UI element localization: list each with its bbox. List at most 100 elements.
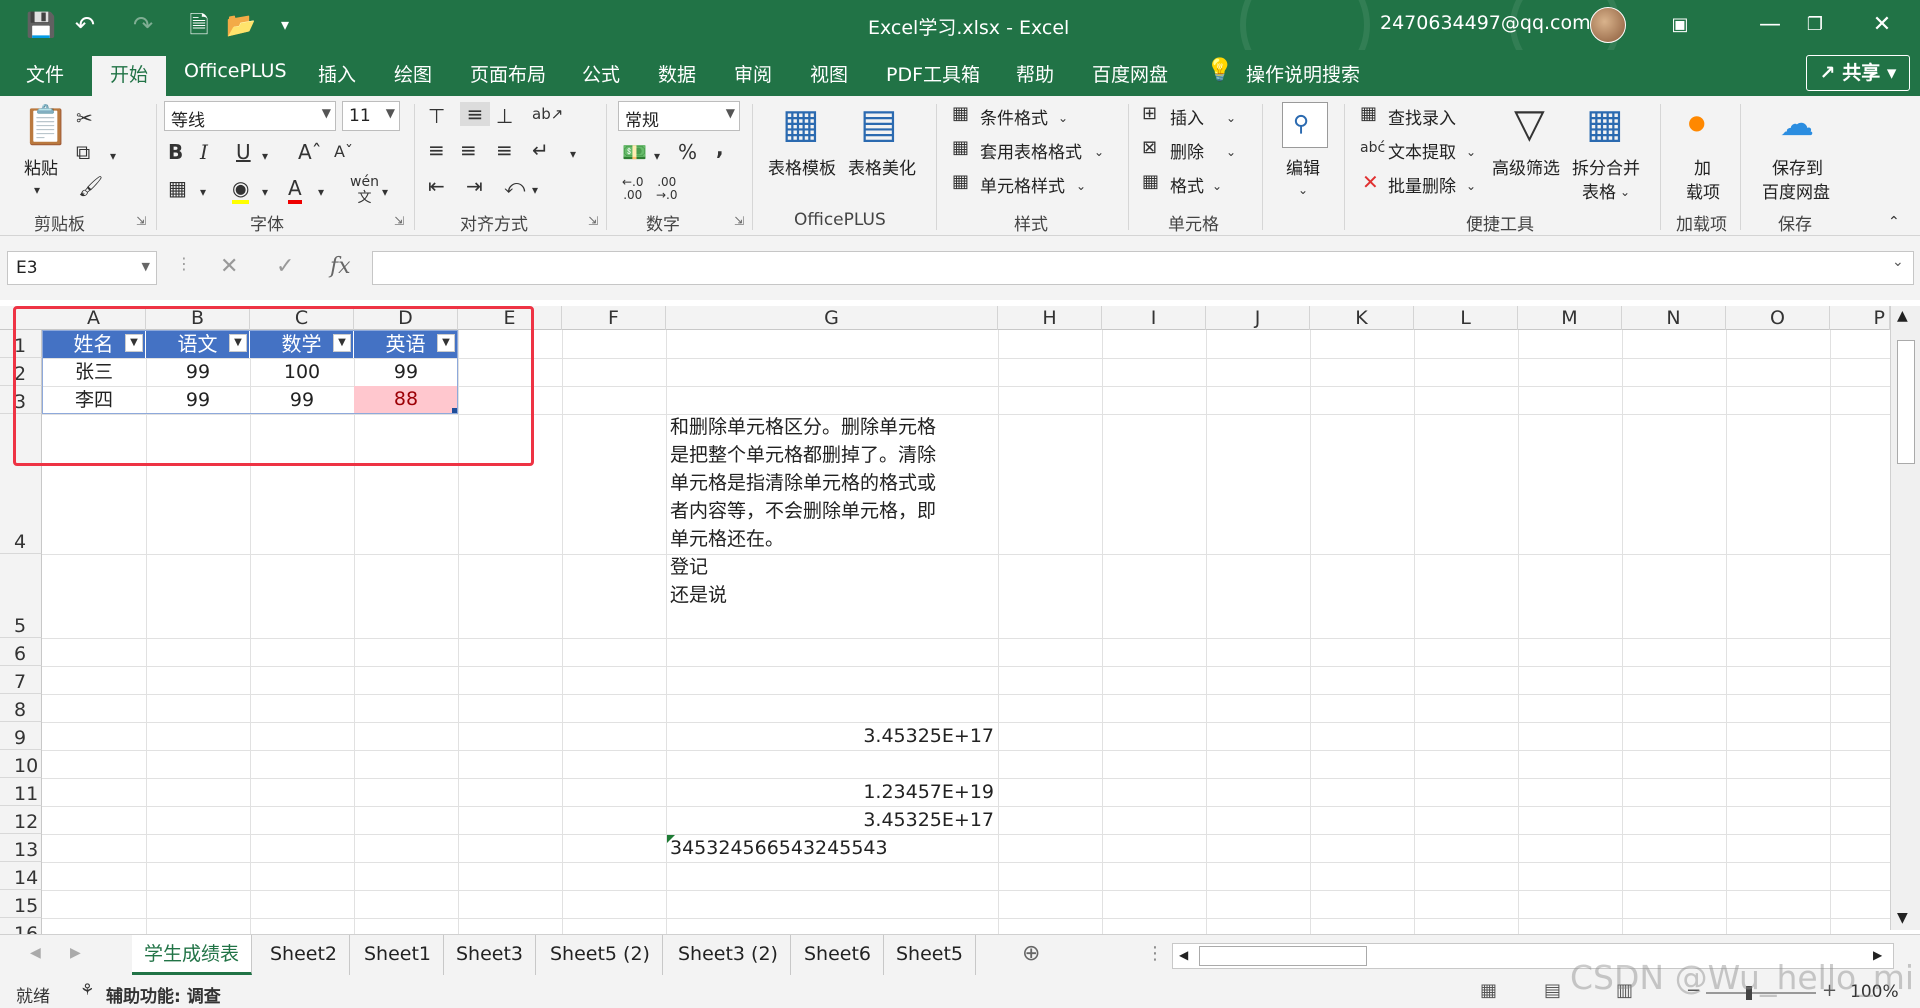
close-icon[interactable]: ✕ bbox=[1852, 8, 1912, 42]
phonetic-guide-icon[interactable]: wén 文 bbox=[350, 174, 379, 206]
insert-cells-icon[interactable]: ⊞ bbox=[1142, 102, 1157, 126]
row-header-8[interactable]: 8 bbox=[0, 694, 42, 722]
note-line[interactable]: 还是说 bbox=[670, 582, 727, 608]
sheet-tab[interactable]: Sheet5 (2) bbox=[538, 935, 663, 975]
insert-function-icon[interactable]: fx bbox=[330, 254, 351, 279]
new-file-icon[interactable]: 🗎 bbox=[182, 10, 216, 40]
tell-me-search[interactable]: 操作说明搜索 bbox=[1246, 60, 1360, 87]
orientation-icon[interactable]: ab↗ bbox=[532, 102, 563, 126]
chevron-down-icon[interactable]: ⌄ bbox=[1466, 140, 1476, 164]
note-line[interactable]: 单元格还在。 bbox=[670, 526, 784, 552]
restore-icon[interactable]: ❐ bbox=[1785, 8, 1845, 42]
column-header-p[interactable]: P bbox=[1830, 306, 1890, 330]
tab-page-layout[interactable]: 页面布局 bbox=[470, 60, 546, 87]
sheet-tab[interactable]: Sheet3 (2) bbox=[666, 935, 791, 975]
percent-button[interactable]: % bbox=[678, 140, 697, 164]
normal-view-icon[interactable]: ▦ bbox=[1480, 980, 1497, 1001]
next-sheet-icon[interactable]: ▶ bbox=[70, 945, 81, 961]
numeric-cell[interactable]: 3.45325E+17 bbox=[666, 807, 994, 833]
align-center-icon[interactable]: ≡ bbox=[460, 138, 477, 162]
column-header-n[interactable]: N bbox=[1622, 306, 1726, 330]
error-indicator-icon[interactable] bbox=[667, 835, 675, 843]
number-format-select[interactable]: 常规 ▼ bbox=[618, 101, 740, 131]
worksheet-grid[interactable]: A B C D E F G H I J K L M N O P 1 2 3 4 … bbox=[0, 300, 1920, 934]
page-layout-view-icon[interactable]: ▤ bbox=[1544, 980, 1561, 1001]
increase-decimal-icon[interactable]: ←.0.00 bbox=[622, 176, 644, 202]
addins-button-line2[interactable]: 载项 bbox=[1686, 178, 1720, 203]
collapse-ribbon-icon[interactable]: ⌃ bbox=[1888, 210, 1900, 234]
addins-button[interactable]: 加 bbox=[1694, 154, 1711, 179]
text-extract-icon[interactable]: abć bbox=[1360, 136, 1385, 160]
decrease-decimal-icon[interactable]: .00 →.0 bbox=[656, 176, 678, 202]
wrap-dropdown-icon[interactable]: ▾ bbox=[570, 142, 576, 166]
note-line[interactable]: 和删除单元格区分。删除单元格 bbox=[670, 414, 936, 440]
increase-font-icon[interactable]: Aˆ bbox=[298, 140, 322, 164]
expand-formula-bar-icon[interactable]: ⌄ bbox=[1892, 254, 1904, 270]
horizontal-scrollbar-thumb[interactable] bbox=[1199, 946, 1367, 966]
advanced-filter-button[interactable]: 高级筛选 bbox=[1492, 154, 1560, 179]
note-line[interactable]: 单元格是指清除单元格的格式或 bbox=[670, 470, 936, 496]
column-header-i[interactable]: I bbox=[1102, 306, 1206, 330]
bold-button[interactable]: B bbox=[168, 140, 183, 164]
sheet-tab[interactable]: Sheet6 bbox=[792, 935, 885, 975]
sheet-tab[interactable]: Sheet1 bbox=[352, 935, 445, 975]
baidu-netdisk-icon[interactable]: ☁ bbox=[1780, 104, 1814, 144]
row-header-15[interactable]: 15 bbox=[0, 890, 42, 918]
borders-icon[interactable]: ▦ bbox=[168, 176, 187, 200]
format-cells-button[interactable]: 格式 bbox=[1170, 172, 1204, 197]
row-header-10[interactable]: 10 bbox=[0, 750, 42, 778]
format-cells-icon[interactable]: ▦ bbox=[1142, 170, 1159, 194]
cancel-icon[interactable]: ✕ bbox=[220, 254, 238, 279]
underline-dropdown-icon[interactable]: ▾ bbox=[262, 144, 268, 168]
comma-style-button[interactable]: , bbox=[716, 136, 724, 160]
row-header-16[interactable]: 16 bbox=[0, 918, 42, 934]
chevron-down-icon[interactable]: ⌄ bbox=[1094, 140, 1104, 164]
table-template-button[interactable]: 表格模板 bbox=[768, 154, 836, 179]
align-top-icon[interactable]: ⊤ bbox=[428, 104, 445, 128]
font-color-icon[interactable]: A bbox=[288, 176, 302, 204]
italic-button[interactable]: I bbox=[200, 140, 208, 164]
wrap-text-icon[interactable]: ↵ bbox=[532, 138, 549, 162]
tab-review[interactable]: 审阅 bbox=[734, 60, 772, 87]
batch-delete-icon[interactable]: ✕ bbox=[1362, 170, 1379, 194]
tab-formulas[interactable]: 公式 bbox=[582, 60, 620, 87]
editing-label[interactable]: 编辑 bbox=[1286, 154, 1320, 179]
delete-cells-icon[interactable]: ⊠ bbox=[1142, 136, 1157, 160]
chevron-down-icon[interactable]: ⌄ bbox=[1298, 178, 1308, 202]
row-header-13[interactable]: 13 bbox=[0, 834, 42, 862]
tab-draw[interactable]: 绘图 bbox=[394, 60, 432, 87]
sheet-tab[interactable]: Sheet2 bbox=[258, 935, 351, 975]
undo-icon[interactable]: ↶ bbox=[68, 10, 102, 40]
alignment-launcher-icon[interactable]: ⇲ bbox=[588, 214, 598, 228]
chevron-down-icon[interactable]: ⌄ bbox=[1058, 106, 1068, 130]
sheet-tab[interactable]: Sheet3 bbox=[444, 935, 537, 975]
redo-icon[interactable]: ↷ bbox=[126, 10, 160, 40]
cell-styles-button[interactable]: 单元格样式 bbox=[980, 172, 1065, 197]
table-template-icon[interactable]: ▦ bbox=[782, 102, 820, 146]
tab-help[interactable]: 帮助 bbox=[1016, 60, 1054, 87]
decrease-indent-icon[interactable]: ⇤ bbox=[428, 174, 445, 198]
align-bottom-icon[interactable]: ⊥ bbox=[496, 104, 513, 128]
avatar[interactable] bbox=[1590, 7, 1626, 43]
borders-dropdown-icon[interactable]: ▾ bbox=[200, 180, 206, 204]
font-launcher-icon[interactable]: ⇲ bbox=[394, 214, 404, 228]
copy-icon[interactable]: ⧉ bbox=[76, 140, 90, 164]
note-line[interactable]: 者内容等，不会删除单元格，即 bbox=[670, 498, 936, 524]
row-header-7[interactable]: 7 bbox=[0, 666, 42, 694]
text-extract-button[interactable]: 文本提取 bbox=[1388, 138, 1456, 163]
conditional-format-icon[interactable]: ▦ bbox=[952, 102, 969, 126]
font-color-dropdown-icon[interactable]: ▾ bbox=[318, 180, 324, 204]
tab-view[interactable]: 视图 bbox=[810, 60, 848, 87]
tab-baidu-netdisk[interactable]: 百度网盘 bbox=[1092, 60, 1168, 87]
paste-icon[interactable]: 📋 bbox=[22, 102, 69, 148]
insert-cells-button[interactable]: 插入 bbox=[1170, 104, 1204, 129]
text-direction-icon[interactable]: ⤺ bbox=[504, 174, 525, 198]
underline-button[interactable]: U bbox=[236, 140, 251, 164]
note-line[interactable]: 登记 bbox=[670, 554, 708, 580]
format-as-table-icon[interactable]: ▦ bbox=[952, 136, 969, 160]
tab-home[interactable]: 开始 bbox=[92, 56, 167, 96]
row-header-12[interactable]: 12 bbox=[0, 806, 42, 834]
column-header-h[interactable]: H bbox=[998, 306, 1102, 330]
enter-icon[interactable]: ✓ bbox=[276, 254, 294, 279]
find-entry-button[interactable]: 查找录入 bbox=[1388, 104, 1456, 129]
